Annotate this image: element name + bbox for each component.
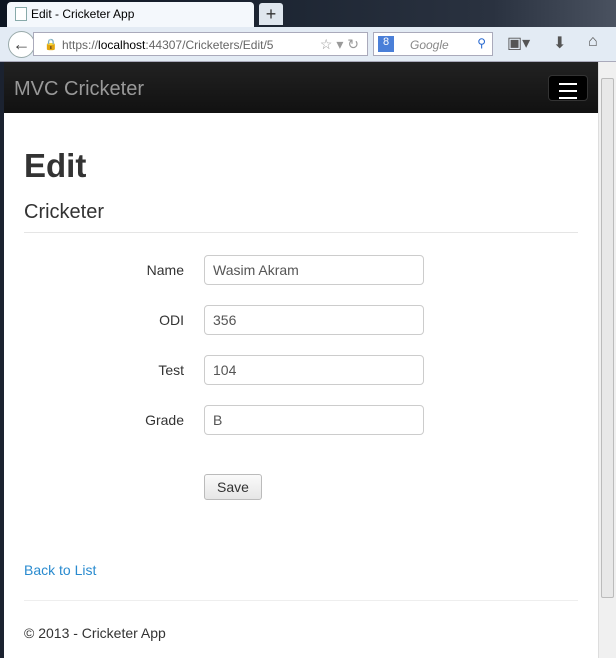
search-icon[interactable]: ⚲	[477, 36, 486, 50]
tab-bar: Edit - Cricketer App +	[0, 0, 616, 27]
back-to-list-link[interactable]: Back to List	[24, 562, 96, 578]
reload-icon[interactable]: ☆ ▾ ↻	[320, 36, 359, 53]
url-path: :44307/Cricketers/Edit/5	[145, 38, 274, 52]
browser-tab[interactable]: Edit - Cricketer App	[7, 2, 254, 27]
menu-toggle-button[interactable]	[548, 75, 588, 101]
main-content: Edit Cricketer Name ODI Test Grade Save …	[24, 113, 578, 641]
odi-row: ODI	[24, 305, 578, 335]
test-field[interactable]	[204, 355, 424, 385]
google-icon: 8	[378, 36, 394, 52]
grade-label: Grade	[145, 412, 184, 428]
name-field[interactable]	[204, 255, 424, 285]
name-label: Name	[146, 262, 184, 278]
brand-link[interactable]: MVC Cricketer	[14, 78, 144, 101]
page-subtitle: Cricketer	[24, 201, 578, 233]
download-icon[interactable]: ⬇	[553, 33, 566, 53]
search-box[interactable]: 8 Google ⚲	[373, 32, 493, 56]
search-placeholder: Google	[410, 38, 449, 52]
back-button[interactable]: ←	[8, 31, 35, 58]
divider	[24, 600, 578, 601]
odi-label: ODI	[159, 312, 184, 328]
app-navbar: MVC Cricketer	[4, 62, 598, 113]
page-viewport: MVC Cricketer Edit Cricketer Name ODI Te…	[4, 62, 616, 658]
lock-icon: 🔒	[44, 39, 58, 51]
name-row: Name	[24, 255, 578, 285]
save-button[interactable]: Save	[204, 474, 262, 500]
scrollbar-thumb[interactable]	[601, 78, 614, 598]
new-tab-button[interactable]: +	[259, 3, 283, 25]
page-icon	[15, 7, 27, 21]
url-host: localhost	[98, 38, 146, 52]
test-row: Test	[24, 355, 578, 385]
scrollbar[interactable]	[598, 62, 616, 658]
grade-row: Grade	[24, 405, 578, 435]
address-bar[interactable]: 🔒 https://localhost:44307/Cricketers/Edit…	[33, 32, 368, 56]
tab-title: Edit - Cricketer App	[31, 7, 135, 21]
test-label: Test	[158, 362, 184, 378]
url-prefix: https://	[62, 38, 99, 52]
home-icon[interactable]: ⌂	[588, 33, 598, 51]
bookmarks-icon[interactable]: ▣▾	[507, 33, 530, 53]
odi-field[interactable]	[204, 305, 424, 335]
grade-field[interactable]	[204, 405, 424, 435]
footer-text: © 2013 - Cricketer App	[24, 625, 166, 641]
page-title: Edit	[24, 147, 87, 184]
